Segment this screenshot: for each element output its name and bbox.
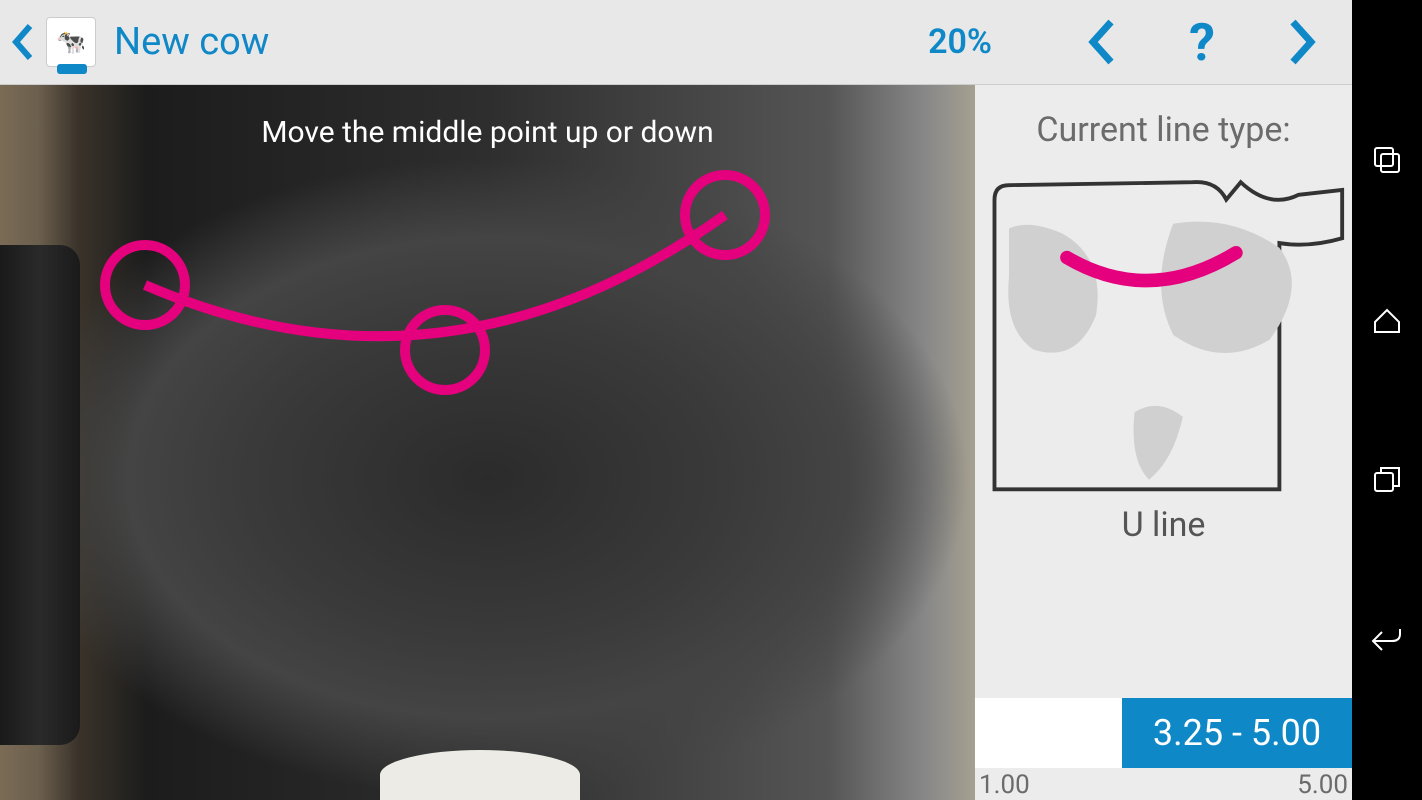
middle-handle[interactable] — [405, 310, 485, 390]
score-range: 3.25 - 5.00 1.00 5.00 — [975, 698, 1352, 800]
side-panel: Current line type: U line 3.25 - 5.00 1.… — [975, 85, 1352, 800]
help-button[interactable]: ? — [1152, 0, 1252, 85]
question-icon: ? — [1189, 12, 1215, 73]
header-bar: 🐄 New cow 20% ? — [0, 0, 1352, 85]
curve-overlay[interactable] — [0, 85, 975, 800]
range-max: 5.00 — [1297, 770, 1348, 800]
progress-percentage: 20% — [928, 22, 992, 62]
app-icon: 🐄 — [46, 17, 96, 67]
main-content: Move the middle point up or down Current… — [0, 85, 1352, 800]
range-selected[interactable]: 3.25 - 5.00 — [1122, 698, 1352, 768]
range-unselected[interactable] — [975, 698, 1122, 768]
prev-button[interactable] — [1052, 0, 1152, 85]
cow-icon: 🐄 — [56, 28, 86, 56]
app-content: 🐄 New cow 20% ? Move the middle point up… — [0, 0, 1352, 800]
page-title: New cow — [114, 20, 269, 64]
back-button[interactable] — [0, 22, 46, 62]
line-name: U line — [975, 505, 1352, 545]
system-navbar — [1352, 0, 1422, 800]
back-icon — [1370, 626, 1404, 654]
recent-apps-button[interactable] — [1367, 140, 1407, 180]
back-system-button[interactable] — [1367, 620, 1407, 660]
range-min: 1.00 — [979, 770, 1030, 800]
recent-icon — [1372, 145, 1402, 175]
home-icon — [1371, 304, 1403, 336]
line-type-label: Current line type: — [975, 110, 1352, 150]
home-button[interactable] — [1367, 300, 1407, 340]
multiwindow-button[interactable] — [1367, 460, 1407, 500]
cow-diagram — [980, 165, 1347, 495]
cow-photo[interactable]: Move the middle point up or down — [0, 85, 975, 800]
multiwindow-icon — [1372, 465, 1402, 495]
next-button[interactable] — [1252, 0, 1352, 85]
